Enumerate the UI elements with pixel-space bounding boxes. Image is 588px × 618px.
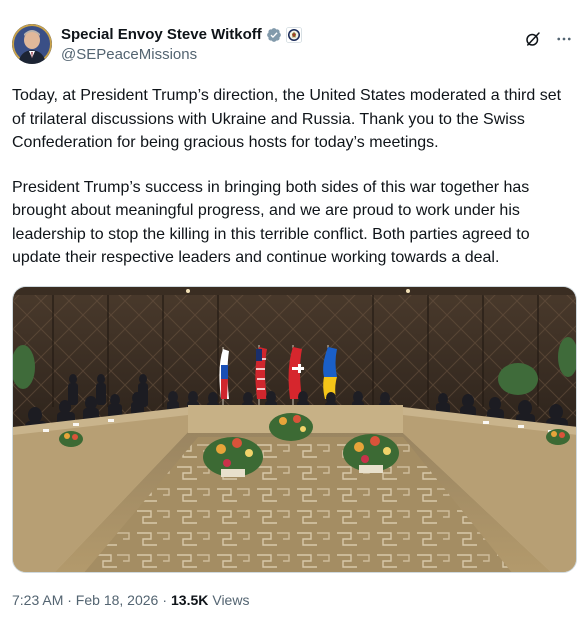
tweet-paragraph: Today, at President Trump’s direction, t…	[12, 87, 562, 151]
more-icon[interactable]	[554, 30, 574, 48]
tweet-text: Today, at President Trump’s direction, t…	[12, 84, 578, 270]
conference-room-photo	[13, 287, 576, 572]
views-count: 13.5K	[171, 592, 209, 608]
author-handle[interactable]: @SEPeaceMissions	[61, 45, 197, 65]
tweet-meta: 7:23 AM · Feb 18, 2026 · 13.5K Views	[12, 590, 249, 610]
views-label: Views	[212, 592, 250, 608]
grok-icon[interactable]	[524, 30, 542, 48]
name-row: Special Envoy Steve Witkoff	[61, 25, 302, 45]
meta-separator: ·	[162, 592, 167, 608]
tweet-photo[interactable]	[12, 286, 577, 573]
tweet-timestamp[interactable]: 7:23 AM · Feb 18, 2026	[12, 590, 158, 610]
avatar[interactable]	[12, 24, 52, 64]
tweet-paragraph: President Trump’s success in bringing bo…	[12, 178, 530, 267]
author-display-name[interactable]: Special Envoy Steve Witkoff	[61, 25, 262, 45]
verified-badge-icon[interactable]	[266, 27, 282, 43]
state-department-seal-icon[interactable]	[285, 27, 302, 43]
tweet-header: Special Envoy Steve Witkoff @SEPeaceMiss…	[12, 24, 576, 68]
avatar-image	[12, 24, 52, 64]
